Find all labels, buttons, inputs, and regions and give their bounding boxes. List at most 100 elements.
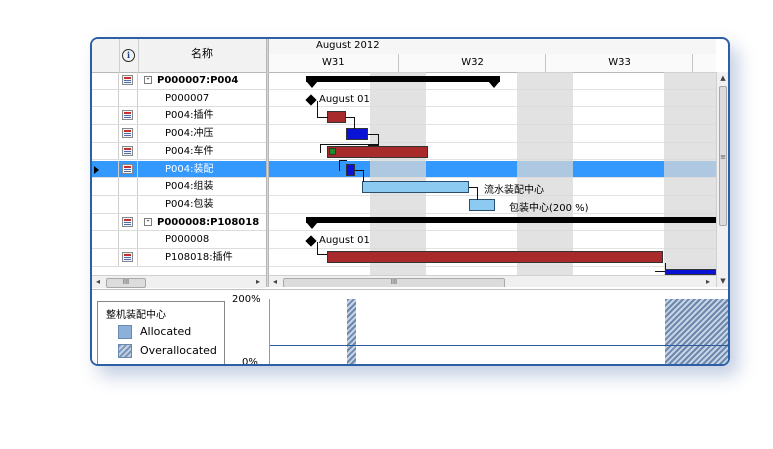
table-row[interactable]: - P000008:P108018 — [92, 213, 266, 232]
timescale-month-row: August 2012 — [269, 39, 716, 55]
link-1 — [317, 101, 328, 118]
task-name-cell[interactable]: P004:包装 — [138, 196, 266, 213]
axis-label-bottom: 0% — [242, 357, 258, 366]
task-name-cell[interactable]: P004:插件 — [138, 107, 266, 124]
task-name-cell[interactable]: P004:组装 — [138, 178, 266, 195]
project-scheduler-window: i 名称 - P000007:P004 P000007 P004:插件 P004:冲压 P… — [90, 37, 730, 366]
row-selector[interactable] — [92, 89, 119, 107]
overallocation-bar-1 — [347, 299, 356, 364]
table-row[interactable]: P000007 — [92, 89, 266, 108]
task-name-label: P108018:插件 — [165, 252, 233, 263]
indicator-cell — [119, 178, 138, 195]
name-column-header[interactable]: 名称 — [138, 39, 266, 72]
table-row[interactable]: P108018:插件 — [92, 249, 266, 267]
summary-cap-left — [306, 81, 318, 88]
link-4 — [320, 144, 379, 153]
grid-header: i 名称 — [92, 39, 266, 73]
scroll-down-arrow-icon[interactable]: ▼ — [717, 275, 728, 287]
resource-label-assembly-line: 流水装配中心 — [484, 185, 544, 196]
bar-p108018-insert[interactable] — [327, 251, 663, 263]
indicator-cell — [119, 142, 138, 160]
task-name-cell[interactable]: P004:车件 — [138, 143, 266, 160]
row-selector[interactable] — [92, 125, 119, 142]
table-row[interactable]: P004:插件 — [92, 107, 266, 126]
gantt-chart: August 2012 W31 W32 W33 August 01 流水装配中心… — [269, 39, 716, 287]
bar-p004-assembly[interactable] — [346, 164, 355, 176]
table-row[interactable]: P004:冲压 — [92, 125, 266, 143]
axis-label-top: 200% — [232, 294, 261, 305]
table-row[interactable]: P004:包装 — [92, 195, 266, 214]
gantt-scroll-thumb[interactable]: III — [283, 278, 505, 287]
row-selector[interactable] — [92, 160, 119, 178]
summary-bar-p000007[interactable] — [306, 76, 500, 82]
scroll-right-arrow-icon[interactable]: ▸ — [252, 276, 264, 288]
indicator-cell — [119, 89, 138, 107]
collapse-icon[interactable]: - — [144, 75, 152, 84]
task-icon — [122, 163, 133, 174]
task-icon — [122, 128, 133, 139]
table-row[interactable]: P004:车件 — [92, 142, 266, 161]
info-column-header[interactable]: i — [119, 39, 139, 72]
table-row[interactable]: - P000007:P004 — [92, 72, 266, 90]
table-row[interactable]: P000008 — [92, 231, 266, 249]
vertical-scroll-thumb[interactable]: ≡ — [719, 86, 727, 226]
task-name-label: P004:插件 — [165, 110, 214, 122]
task-grid: i 名称 - P000007:P004 P000007 P004:插件 P004:冲压 P… — [92, 39, 266, 288]
task-name-cell[interactable]: P000007 — [138, 90, 266, 107]
gantt-scroll-right-arrow-icon[interactable]: ▸ — [702, 276, 714, 287]
bar-p004-packing[interactable] — [469, 199, 495, 211]
indicator-cell — [119, 125, 138, 142]
indicator-cell — [119, 72, 138, 89]
indicator-cell — [119, 160, 138, 178]
indicator-cell — [119, 213, 138, 231]
week-w33: W33 — [545, 54, 693, 72]
row-selector[interactable] — [92, 72, 119, 89]
summary-bar-p000008[interactable] — [306, 217, 716, 223]
capacity-line — [270, 345, 728, 346]
task-icon — [122, 75, 133, 85]
row-selector[interactable] — [92, 195, 119, 213]
week-w32: W32 — [398, 54, 546, 72]
allocated-swatch — [118, 325, 132, 339]
task-icon — [122, 110, 133, 121]
row-selector-header[interactable] — [92, 39, 120, 72]
collapse-icon[interactable]: - — [144, 216, 152, 226]
link-5 — [339, 160, 347, 171]
task-name-cell[interactable]: - P000007:P004 — [138, 72, 266, 89]
task-name-cell[interactable]: P000008 — [138, 231, 266, 248]
gantt-horizontal-scrollbar[interactable]: ◂ III ▸ — [269, 275, 716, 287]
legend-label-allocated: Allocated — [140, 325, 192, 338]
bar-p004-insert[interactable] — [327, 111, 346, 123]
gantt-scroll-left-arrow-icon[interactable]: ◂ — [269, 276, 281, 287]
task-icon — [122, 145, 133, 156]
row-selector[interactable] — [92, 142, 119, 160]
table-row[interactable]: P004:组装 — [92, 178, 266, 196]
row-selector[interactable] — [92, 213, 119, 231]
gantt-row[interactable] — [269, 160, 716, 179]
bar-p004-group-assembly[interactable] — [362, 181, 469, 193]
row-selector[interactable] — [92, 107, 119, 125]
row-selector[interactable] — [92, 249, 119, 266]
task-name-label: P004:冲压 — [165, 128, 214, 140]
task-name-cell[interactable]: P108018:插件 — [138, 249, 266, 266]
gantt-row[interactable] — [269, 125, 716, 143]
task-icon — [122, 216, 133, 227]
task-name-cell[interactable]: P004:冲压 — [138, 125, 266, 142]
histogram-plot — [269, 299, 728, 364]
link-2 — [346, 117, 355, 129]
gantt-vertical-scrollbar[interactable]: ▲ ≡ ▼ — [716, 72, 728, 287]
row-selector[interactable] — [92, 178, 119, 195]
grid-horizontal-scrollbar[interactable]: ◂ III ▸ — [92, 275, 266, 288]
task-name-cell[interactable]: - P000008:P108018 — [138, 214, 266, 231]
task-name-label: P000008:P108018 — [157, 216, 260, 228]
resource-histogram: 整机装配中心 Allocated Overallocated 200% 0% — [92, 289, 728, 366]
weekend-shading-2 — [517, 72, 573, 275]
bar-p004-stamping[interactable] — [346, 128, 368, 140]
grid-scroll-thumb[interactable]: III — [106, 278, 146, 288]
row-selector[interactable] — [92, 231, 119, 248]
scroll-left-arrow-icon[interactable]: ◂ — [92, 276, 104, 288]
scroll-up-arrow-icon[interactable]: ▲ — [717, 72, 728, 84]
task-name-cell[interactable]: P004:装配 — [138, 161, 266, 178]
table-row[interactable]: P004:装配 — [92, 160, 266, 179]
task-name-label: P000008 — [165, 234, 210, 246]
